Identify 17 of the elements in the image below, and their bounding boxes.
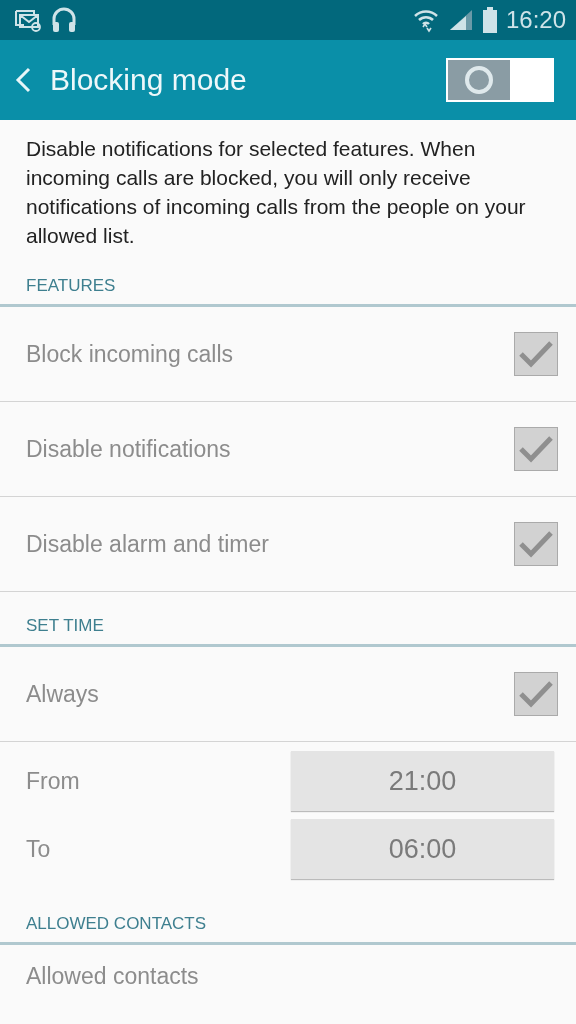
- time-label: From: [26, 767, 80, 795]
- section-header: FEATURES: [0, 276, 576, 307]
- headphones-icon: [50, 7, 78, 33]
- battery-icon: [481, 7, 498, 33]
- clock: 16:20: [505, 6, 566, 34]
- email-notification-icon: [14, 8, 42, 32]
- description-text: Disable notifications for selected features. When incoming calls are blocked, you will only receive notifications of incoming calls from the people on your allowed list.: [25, 136, 527, 249]
- back-button[interactable]: [14, 66, 32, 94]
- setting-label: Always: [26, 680, 99, 708]
- setting-label: Block incoming calls: [26, 340, 234, 368]
- time-label: To: [26, 835, 51, 863]
- setting-label: Disable notifications: [26, 435, 231, 463]
- screen-title: Blocking mode: [50, 63, 248, 97]
- section-header: ALLOWED CONTACTS: [0, 914, 576, 945]
- section-header: SET TIME: [0, 616, 576, 647]
- setting-label: Disable alarm and timer: [26, 530, 269, 558]
- toggle-switch[interactable]: [446, 58, 554, 102]
